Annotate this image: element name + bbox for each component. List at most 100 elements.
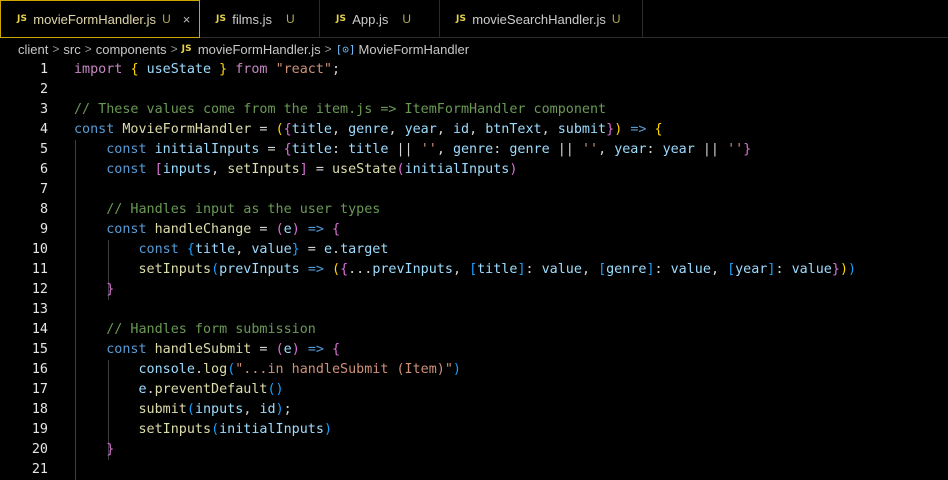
line-number: 9 [39, 222, 48, 237]
code-line[interactable]: 17 e.preventDefault() [0, 380, 948, 400]
close-icon[interactable]: × [183, 12, 191, 27]
code-text: const {title, value} = e.target [74, 240, 389, 260]
code-token: ) [509, 162, 518, 177]
code-line[interactable]: 9 const handleChange = (e) => { [0, 220, 948, 240]
breadcrumb-item-file[interactable]: movieFormHandler.js [198, 42, 321, 57]
code-line[interactable]: 15 const handleSubmit = (e) => { [0, 340, 948, 360]
code-token: = [259, 142, 284, 157]
code-token: MovieFormHandler [122, 122, 252, 137]
code-token: const [138, 242, 179, 257]
code-token: ( [275, 222, 284, 237]
line-number: 16 [31, 362, 48, 377]
code-token: = [299, 242, 324, 257]
code-text: console.log("...in handleSubmit (Item)") [74, 360, 461, 380]
code-line[interactable]: 13 [0, 300, 948, 320]
line-number: 4 [39, 122, 48, 137]
code-token: , [235, 242, 252, 257]
line-number: 11 [31, 262, 48, 277]
line-number: 21 [31, 462, 48, 477]
breadcrumb-item-src[interactable]: src [63, 42, 80, 57]
code-line[interactable]: 3 // These values come from the item.js =… [0, 100, 948, 120]
code-text: // These values come from the item.js =>… [74, 100, 606, 120]
code-line[interactable]: 19 setInputs(initialInputs) [0, 420, 948, 440]
code-line[interactable]: 1 import { useState } from "react"; [0, 60, 948, 80]
line-number: 6 [39, 162, 48, 177]
code-editor[interactable]: 1 import { useState } from "react"; 2 3 // T… [0, 60, 948, 480]
code-token: e [283, 222, 292, 237]
chevron-right-icon: > [170, 42, 178, 56]
code-line[interactable]: 2 [0, 80, 948, 100]
code-token: ( [275, 122, 284, 137]
tab-movieformhandler[interactable]: JS movieFormHandler.js U × [0, 0, 200, 38]
code-token: || [549, 142, 582, 157]
code-token: // Handles form submission [106, 322, 316, 337]
code-token: : [332, 142, 349, 157]
code-token: ( [211, 262, 220, 277]
code-line[interactable]: 5 const initialInputs = {title: title ||… [0, 140, 948, 160]
code-line[interactable]: 7 [0, 180, 948, 200]
code-token: } [606, 122, 615, 137]
code-text: const initialInputs = {title: title || '… [74, 140, 751, 160]
code-token: , [710, 262, 728, 277]
code-token: || [388, 142, 421, 157]
code-token: ] [517, 262, 526, 277]
code-token: ; [332, 62, 341, 77]
code-token: , [211, 162, 228, 177]
code-token: . [146, 382, 155, 397]
code-line[interactable]: 8 // Handles input as the user types [0, 200, 948, 220]
chevron-right-icon: > [324, 42, 332, 56]
code-token: , [581, 262, 599, 277]
tab-moviesearchhandler[interactable]: JS movieSearchHandler.js U [440, 0, 643, 38]
code-line[interactable]: 14 // Handles form submission [0, 320, 948, 340]
code-token: ) [291, 222, 300, 237]
code-token: ) [275, 402, 284, 417]
code-token: = [251, 122, 276, 137]
code-token: , [436, 122, 453, 137]
breadcrumb-item-components[interactable]: components [96, 42, 167, 57]
code-line[interactable]: 10 const {title, value} = e.target [0, 240, 948, 260]
code-token: year [735, 262, 768, 277]
code-line[interactable]: 20 } [0, 440, 948, 460]
line-number: 1 [39, 62, 48, 77]
code-token: , [332, 122, 349, 137]
breadcrumb-item-symbol[interactable]: MovieFormHandler [359, 42, 470, 57]
code-line[interactable]: 21 [0, 460, 948, 480]
code-line[interactable]: 12 } [0, 280, 948, 300]
code-line[interactable]: 11 setInputs(prevInputs => ({...prevInpu… [0, 260, 948, 280]
code-token: title [291, 142, 332, 157]
code-token: '' [581, 142, 599, 157]
code-text: setInputs(prevInputs => ({...prevInputs,… [74, 260, 857, 280]
code-token: { [186, 242, 195, 257]
code-token: ( [186, 402, 195, 417]
code-line[interactable]: 4 const MovieFormHandler = ({title, genre… [0, 120, 948, 140]
code-token: , [452, 262, 470, 277]
breadcrumb-item-client[interactable]: client [18, 42, 48, 57]
code-token: genre [348, 122, 389, 137]
code-text: } [74, 280, 114, 300]
code-line[interactable]: 6 const [inputs, setInputs] = useState(i… [0, 160, 948, 180]
code-line[interactable]: 16 console.log("...in handleSubmit (Item… [0, 360, 948, 380]
code-text: e.preventDefault() [74, 380, 284, 400]
code-token: } [291, 242, 300, 257]
code-token: useState [332, 162, 397, 177]
code-token: , [243, 402, 260, 417]
tab-films[interactable]: JS films.js U [200, 0, 320, 38]
code-token: const [74, 122, 115, 137]
untracked-badge: U [162, 12, 171, 26]
tab-app[interactable]: JS App.js U [320, 0, 440, 38]
line-number: 20 [31, 442, 48, 457]
line-number: 19 [31, 422, 48, 437]
code-text: const [inputs, setInputs] = useState(ini… [74, 160, 517, 180]
code-token: initialInputs [154, 142, 260, 157]
code-line[interactable]: 18 submit(inputs, id); [0, 400, 948, 420]
code-token: { [283, 142, 292, 157]
